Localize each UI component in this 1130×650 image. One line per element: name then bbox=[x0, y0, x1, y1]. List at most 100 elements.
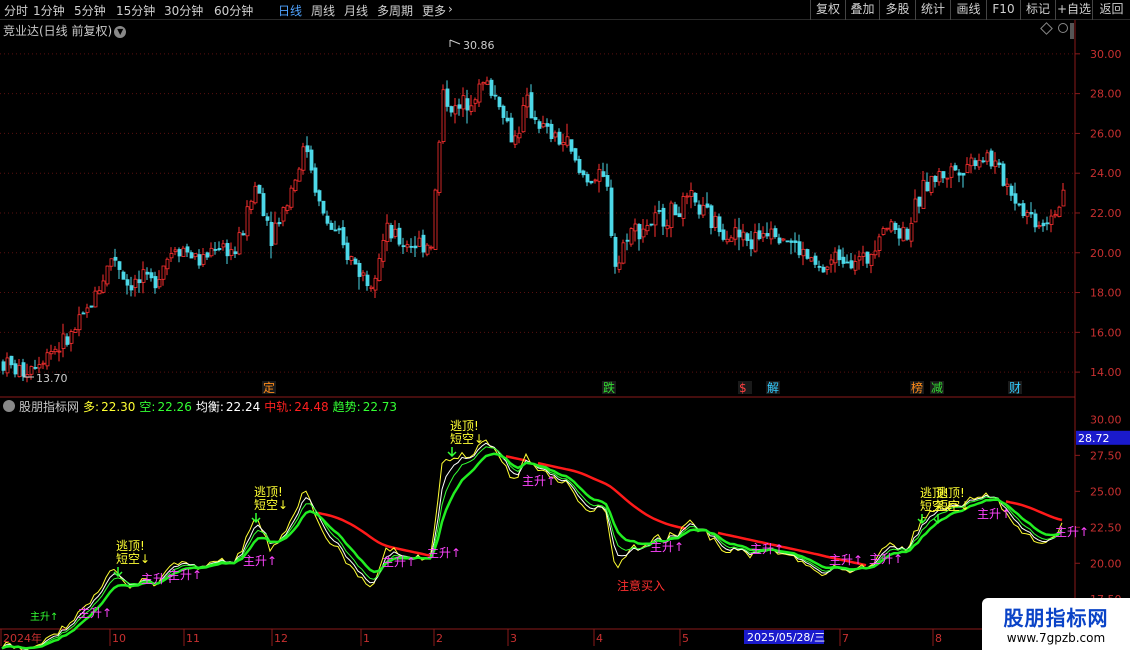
arrow-down-icon bbox=[447, 447, 457, 458]
short-sell-label: 短空↓ bbox=[254, 498, 288, 512]
candle-body bbox=[193, 253, 198, 258]
candle-body bbox=[1037, 225, 1042, 228]
candle-body bbox=[869, 253, 874, 266]
period-tab-0[interactable]: 分时 bbox=[4, 2, 28, 19]
candle-body bbox=[561, 142, 566, 146]
rise-label: 主升↑ bbox=[750, 542, 784, 556]
candle-body bbox=[981, 160, 986, 163]
event-marker[interactable]: 财 bbox=[1009, 381, 1021, 395]
candle-body bbox=[965, 164, 970, 173]
date-label: 7 bbox=[842, 632, 849, 645]
rise-label: 主升↑ bbox=[869, 552, 903, 566]
indicator-settings-icon[interactable] bbox=[3, 400, 15, 412]
candle-body bbox=[685, 195, 690, 198]
indicator-item-label: 多: bbox=[83, 400, 100, 414]
toolbar-button-7[interactable]: +自选 bbox=[1055, 0, 1092, 20]
candle-body bbox=[873, 250, 878, 256]
period-tab-5[interactable]: 60分钟 bbox=[214, 2, 253, 19]
period-tab-9[interactable]: 多周期 bbox=[377, 2, 413, 19]
toolbar-button-1[interactable]: 叠加 bbox=[845, 0, 879, 20]
candle-body bbox=[189, 252, 194, 259]
indicator-title: 股朋指标网 多: 22.30 空: 22.26 均衡: 22.24 中轨: 24.48 趋势: 22… bbox=[3, 398, 405, 415]
event-marker[interactable]: 解 bbox=[767, 381, 779, 395]
candle-body bbox=[253, 185, 258, 204]
candle-body bbox=[65, 336, 70, 345]
period-tab-3[interactable]: 15分钟 bbox=[116, 2, 155, 19]
candle-body bbox=[245, 206, 250, 237]
indicator-tick-label: 27.50 bbox=[1090, 449, 1122, 462]
candle-body bbox=[121, 271, 126, 280]
candle-body bbox=[489, 79, 494, 96]
indicator-name[interactable]: 股朋指标网 bbox=[19, 400, 79, 414]
main-chart-title[interactable]: 竞业达(日线 前复权) ▼ bbox=[3, 22, 127, 39]
candle-body bbox=[817, 265, 822, 268]
cursor-date-label: 2025/05/28/三 bbox=[747, 631, 825, 644]
toolbar-button-2[interactable]: 多股 bbox=[879, 0, 915, 20]
candle-body bbox=[721, 229, 726, 240]
toolbar-button-8[interactable]: 返回 bbox=[1092, 0, 1130, 20]
candle-body bbox=[901, 226, 906, 242]
candle-body bbox=[517, 132, 522, 139]
toolbar-button-6[interactable]: 标记 bbox=[1020, 0, 1055, 20]
rise-label: 主升↑ bbox=[168, 568, 202, 582]
candle-body bbox=[141, 269, 146, 283]
candle-body bbox=[337, 228, 342, 231]
toolbar-button-4[interactable]: 画线 bbox=[950, 0, 986, 20]
period-tab-10[interactable]: 更多 bbox=[422, 2, 446, 19]
event-marker[interactable]: 跌 bbox=[603, 380, 615, 395]
price-tick-label: 24.00 bbox=[1090, 167, 1122, 180]
circle-icon[interactable] bbox=[1058, 23, 1068, 33]
current-value-label: 28.72 bbox=[1078, 432, 1110, 445]
candle-body bbox=[69, 331, 74, 344]
candle-body bbox=[569, 139, 574, 152]
scrollbar[interactable] bbox=[1070, 23, 1074, 39]
event-marker[interactable]: 减 bbox=[931, 381, 943, 395]
candle-body bbox=[309, 149, 314, 171]
candle-body bbox=[377, 258, 382, 281]
candle-body bbox=[541, 123, 546, 128]
candle-body bbox=[921, 179, 926, 209]
candle-body bbox=[77, 314, 82, 331]
candle-body bbox=[893, 222, 898, 231]
event-marker[interactable]: 榜 bbox=[911, 380, 923, 395]
candle-body bbox=[1005, 183, 1010, 187]
chevron-right-icon[interactable]: › bbox=[448, 2, 453, 16]
toolbar-button-3[interactable]: 统计 bbox=[915, 0, 950, 20]
period-tab-8[interactable]: 月线 bbox=[344, 2, 368, 19]
price-tick-label: 14.00 bbox=[1090, 366, 1122, 379]
toolbar-button-0[interactable]: 复权 bbox=[810, 0, 845, 20]
candle-body bbox=[145, 271, 150, 275]
candle-body bbox=[385, 222, 390, 243]
candle-body bbox=[125, 279, 130, 286]
event-marker[interactable]: 定 bbox=[263, 380, 275, 395]
short-sell-label: 短空↓ bbox=[936, 499, 970, 513]
event-marker[interactable]: $ bbox=[739, 381, 747, 395]
candle-body bbox=[585, 174, 590, 183]
candle-body bbox=[265, 216, 270, 221]
period-tab-1[interactable]: 1分钟 bbox=[33, 2, 65, 19]
candle-body bbox=[249, 200, 254, 210]
period-tab-7[interactable]: 周线 bbox=[311, 2, 335, 19]
candle-body bbox=[581, 170, 586, 176]
candle-body bbox=[429, 246, 434, 249]
candle-body bbox=[49, 350, 54, 355]
period-tab-2[interactable]: 5分钟 bbox=[74, 2, 106, 19]
candle-body bbox=[565, 136, 570, 146]
candle-body bbox=[233, 251, 238, 255]
candle-body bbox=[277, 222, 282, 225]
period-tab-4[interactable]: 30分钟 bbox=[164, 2, 203, 19]
candle-body bbox=[737, 229, 742, 238]
candle-body bbox=[985, 152, 990, 162]
candle-body bbox=[113, 256, 118, 261]
candle-body bbox=[617, 262, 622, 270]
candle-body bbox=[889, 221, 894, 232]
candle-body bbox=[9, 355, 14, 366]
candle-body bbox=[97, 290, 102, 295]
period-tab-6[interactable]: 日线 bbox=[278, 2, 302, 19]
date-label: 4 bbox=[596, 632, 603, 645]
candle-body bbox=[165, 258, 170, 270]
toolbar-button-5[interactable]: F10 bbox=[986, 0, 1020, 20]
candle-body bbox=[321, 200, 326, 214]
chevron-down-icon[interactable]: ▼ bbox=[114, 26, 127, 38]
candle-body bbox=[573, 148, 578, 161]
